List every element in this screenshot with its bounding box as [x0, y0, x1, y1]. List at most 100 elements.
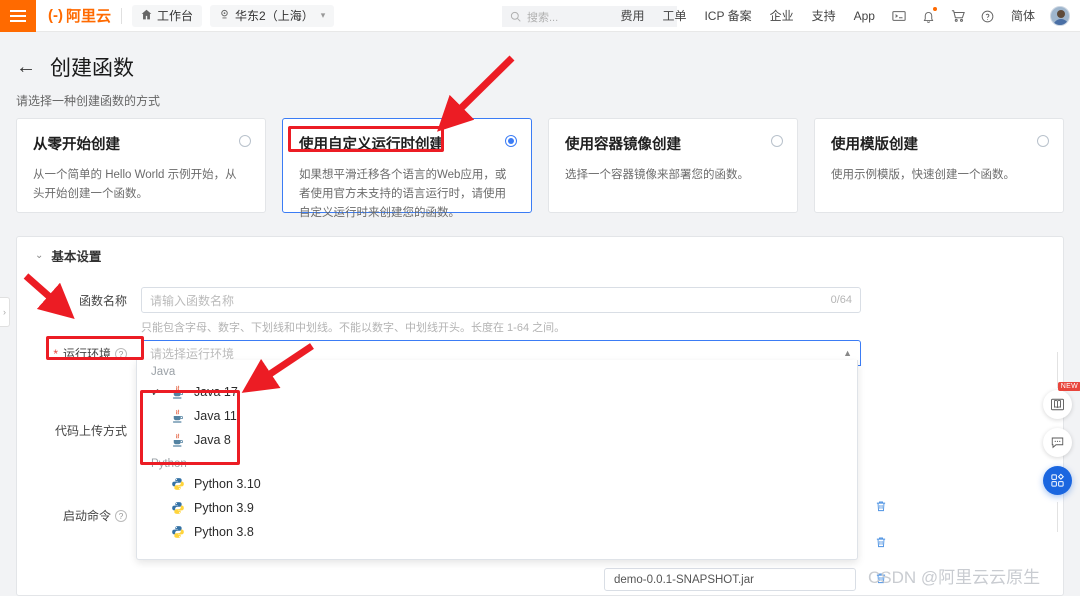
field-start-command: 启动命令 ?: [17, 502, 127, 524]
start-command-label-text: 启动命令: [62, 509, 111, 523]
chat-icon[interactable]: [1043, 428, 1072, 457]
option-label: Python 3.9: [194, 501, 254, 515]
python-icon: [170, 525, 185, 539]
help-icon[interactable]: ?: [115, 347, 127, 360]
option-label: Java 8: [194, 433, 231, 447]
option-java-8[interactable]: Java 8: [137, 428, 857, 452]
python-icon: [170, 477, 185, 491]
nav-item-tickets[interactable]: 工单: [653, 0, 695, 32]
option-python-39[interactable]: Python 3.9: [137, 496, 857, 520]
card-description: 选择一个容器镜像来部署您的函数。: [565, 169, 749, 181]
option-python-310[interactable]: Python 3.10: [137, 472, 857, 496]
card-radio[interactable]: [771, 135, 783, 147]
aliyun-logo-text: 阿里云: [66, 8, 112, 25]
code-upload-label: 代码上传方式: [54, 424, 127, 438]
card-description: 使用示例模版，快速创建一个函数。: [831, 169, 1015, 181]
bell-icon[interactable]: [914, 0, 943, 32]
chevron-down-icon: ⌄: [35, 250, 44, 261]
jar-file-name: demo-0.0.1-SNAPSHOT.jar: [614, 573, 754, 586]
nav-item-app[interactable]: App: [845, 0, 884, 32]
runtime-label-text: 运行环境: [62, 347, 111, 361]
field-function-name: 函数名称 请输入函数名称 0/64 只能包含字母、数字、下划线和中划线。不能以数…: [17, 287, 861, 335]
card-radio[interactable]: [239, 135, 251, 147]
delete-icon[interactable]: [875, 536, 887, 552]
help-icon[interactable]: [973, 0, 1002, 32]
aliyun-logo[interactable]: (-) 阿里云: [48, 5, 111, 26]
runtime-dropdown-list[interactable]: Java ✓ Java 17 Java 11 Java 8 Python Pyt…: [136, 360, 858, 560]
required-marker: *: [53, 346, 58, 361]
jar-file-input[interactable]: demo-0.0.1-SNAPSHOT.jar: [604, 568, 856, 591]
card-title: 从零开始创建: [33, 137, 120, 153]
sidebar-collapse-handle[interactable]: ›: [0, 297, 10, 327]
start-command-label: 启动命令 ?: [17, 502, 127, 524]
creation-method-cards: 从零开始创建 从一个简单的 Hello World 示例开始，从头开始创建一个函…: [16, 118, 1064, 219]
notification-dot: [932, 7, 937, 11]
basic-settings-header[interactable]: ⌄ 基本设置: [35, 246, 101, 265]
terminal-icon[interactable]: [884, 0, 914, 32]
help-icon[interactable]: ?: [115, 509, 127, 522]
dropdown-group-python: Python: [151, 458, 187, 470]
field-code-upload: 代码上传方式: [17, 417, 127, 439]
floating-action-buttons: NEW: [1043, 382, 1080, 495]
java-icon: [170, 409, 185, 424]
runtime-label: * 运行环境 ?: [17, 340, 127, 362]
option-python-38[interactable]: Python 3.8: [137, 520, 857, 544]
page-header: ← 创建函数 请选择一种创建函数的方式 从零开始创建 从一个简单的 Hello …: [0, 32, 1080, 230]
card-title: 使用自定义运行时创建: [299, 137, 444, 153]
top-right-navigation: 费用 工单 ICP 备案 企业 支持 App 简体: [611, 0, 1072, 32]
nav-item-icp[interactable]: ICP 备案: [695, 0, 760, 32]
chevron-right-icon: ›: [3, 307, 6, 317]
logo-divider: [121, 7, 123, 24]
option-label: Java 17: [194, 385, 238, 399]
region-label: 华东2（上海）: [235, 9, 314, 23]
back-arrow-icon[interactable]: ←: [16, 57, 36, 77]
page-subtitle: 请选择一种创建函数的方式: [16, 94, 161, 108]
java-icon: [170, 385, 185, 400]
function-name-hint: 只能包含字母、数字、下划线和中划线。不能以数字、中划线开头。长度在 1-64 之…: [141, 322, 566, 334]
nav-item-fees[interactable]: 费用: [611, 0, 653, 32]
aliyun-logo-mark: (-): [48, 7, 63, 24]
card-description: 如果想平滑迁移各个语言的Web应用，或者使用官方未支持的语言运行时，请使用自定义…: [299, 169, 507, 219]
option-java-11[interactable]: Java 11: [137, 404, 857, 428]
card-title: 使用模版创建: [831, 137, 918, 153]
option-java-17[interactable]: ✓ Java 17: [137, 380, 857, 404]
function-name-input[interactable]: 请输入函数名称 0/64: [141, 287, 861, 313]
java-icon: [170, 433, 185, 448]
card-custom-runtime[interactable]: 使用自定义运行时创建 如果想平滑迁移各个语言的Web应用，或者使用官方未支持的语…: [282, 118, 532, 219]
book-icon[interactable]: NEW: [1043, 382, 1080, 419]
new-badge: NEW: [1057, 382, 1080, 391]
card-radio[interactable]: [1037, 135, 1049, 147]
check-icon: ✓: [151, 386, 161, 399]
workbench-label: 工作台: [157, 9, 194, 23]
region-selector[interactable]: 华东2（上海） ▾: [210, 4, 335, 27]
language-selector[interactable]: 简体: [1002, 0, 1044, 32]
watermark: CSDN @阿里云云原生: [868, 568, 1041, 587]
option-label: Java 11: [194, 409, 237, 423]
hamburger-menu-icon[interactable]: [0, 0, 36, 32]
runtime-placeholder: 请选择运行环境: [150, 346, 235, 361]
function-name-placeholder: 请输入函数名称: [150, 293, 235, 308]
card-description: 从一个简单的 Hello World 示例开始，从头开始创建一个函数。: [33, 169, 237, 200]
section-title: 基本设置: [51, 250, 102, 264]
location-icon: [219, 9, 230, 22]
cart-icon[interactable]: [943, 0, 973, 32]
search-placeholder: 搜索...: [527, 11, 559, 24]
chevron-down-icon: ▾: [320, 10, 326, 20]
nav-item-enterprise[interactable]: 企业: [761, 0, 803, 32]
apps-icon[interactable]: [1043, 466, 1072, 495]
card-from-scratch[interactable]: 从零开始创建 从一个简单的 Hello World 示例开始，从头开始创建一个函…: [16, 118, 266, 213]
page-title-row: ← 创建函数: [16, 52, 134, 82]
python-icon: [170, 501, 185, 515]
float-connector-line: [1057, 502, 1058, 532]
card-radio[interactable]: [505, 135, 517, 147]
card-container-image[interactable]: 使用容器镜像创建 选择一个容器镜像来部署您的函数。: [548, 118, 798, 213]
dropdown-group-java: Java: [151, 366, 176, 378]
option-label: Python 3.10: [194, 477, 261, 491]
delete-icon[interactable]: [875, 500, 887, 516]
avatar[interactable]: [1050, 6, 1070, 26]
home-icon: [141, 9, 152, 22]
workbench-button[interactable]: 工作台: [132, 4, 203, 27]
top-navigation-bar: (-) 阿里云 工作台 华东2（上海） ▾ 搜索... 费用 工单 ICP 备案…: [0, 0, 1080, 32]
card-template[interactable]: 使用模版创建 使用示例模版，快速创建一个函数。: [814, 118, 1064, 213]
nav-item-support[interactable]: 支持: [803, 0, 845, 32]
